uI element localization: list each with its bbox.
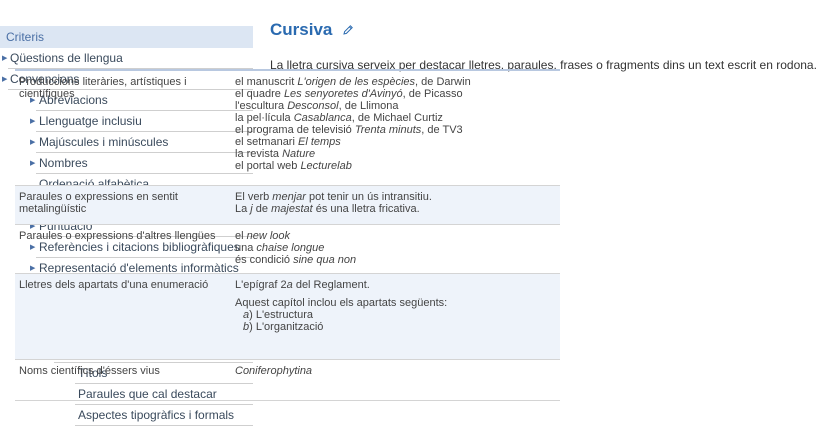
sidebar-header[interactable]: Criteris (0, 26, 253, 48)
row-category: Produccions literàries, artístiques i ci… (19, 76, 187, 100)
row-category: Paraules o expressions en sentit metalin… (19, 191, 178, 215)
text: ) L'estructura (249, 309, 313, 321)
example-line: el setmanari El temps (235, 136, 555, 148)
row-examples: El verb menjar pot tenir un ús intransit… (235, 191, 555, 215)
example-line: una chaise longue (235, 242, 555, 254)
text: , de TV3 (421, 124, 463, 136)
italic-text: El temps (297, 136, 341, 148)
example-line: L'epígraf 2a del Reglament. (235, 279, 555, 291)
text: de (252, 203, 272, 215)
italic-text: sine qua non (293, 254, 357, 266)
table-row: Paraules o expressions en sentit metalin… (15, 186, 560, 225)
example-line: el quadre Les senyoretes d'Avinyó, de Pi… (235, 88, 555, 100)
italic-text: Les senyoretes d'Avinyó (283, 88, 403, 100)
example-line: la pel·lícula Casablanca, de Michael Cur… (235, 112, 555, 124)
example-line: l'escultura Desconsol, de Llimona (235, 100, 555, 112)
italic-text: Casablanca (293, 112, 352, 124)
row-examples: Coniferophytina (235, 365, 555, 377)
text: el quadre (235, 88, 284, 100)
italic-text: L'origen de les espècies (297, 76, 416, 88)
example-line: la revista Nature (235, 148, 555, 160)
text: el portal web (235, 160, 301, 172)
row-category: Paraules o expressions d'altres llengües (19, 230, 216, 242)
table-row: Paraules o expressions d'altres llengües… (15, 225, 560, 274)
example-line: el new look (235, 230, 555, 242)
text: la pel·lícula (235, 112, 294, 124)
example-line: El verb menjar pot tenir un ús intransit… (235, 191, 555, 203)
main-content: Cursiva La lletra cursiva serveix per de… (270, 20, 830, 72)
example-line: a) L'estructura (235, 309, 555, 321)
pencil-icon[interactable] (342, 24, 354, 36)
text: , de Darwin (415, 76, 471, 88)
sidebar-item-label: Qüestions de llengua (10, 51, 123, 65)
text: el (235, 230, 247, 242)
row-category: Lletres dels apartats d'una enumeració (19, 279, 209, 291)
italic-text: menjar (272, 191, 306, 203)
text: és una lletra fricativa. (312, 203, 420, 215)
text: el programa de televisió (235, 124, 355, 136)
text: , de Llimona (338, 100, 399, 112)
title-row: Cursiva (270, 20, 830, 46)
text: L'epígraf 2 (235, 279, 287, 291)
text: ) L'organització (249, 321, 324, 333)
text: Aquest capítol inclou els apartats següe… (235, 297, 448, 309)
sidebar-item-label: Aspectes tipogràfics i formals (78, 408, 235, 422)
example-line: Coniferophytina (235, 365, 555, 377)
example-line: Aquest capítol inclou els apartats següe… (235, 297, 555, 309)
example-line: és condició sine qua non (235, 254, 555, 266)
examples-table: Produccions literàries, artístiques i ci… (15, 69, 560, 401)
text: La (235, 203, 251, 215)
italic-text: Trenta minuts (354, 124, 422, 136)
example-line: el programa de televisió Trenta minuts, … (235, 124, 555, 136)
text: El verb (235, 191, 273, 203)
row-examples: L'epígraf 2a del Reglament. Aquest capíto… (235, 279, 555, 333)
text: la revista (235, 148, 283, 160)
text: el setmanari (235, 136, 298, 148)
table-row: Produccions literàries, artístiques i ci… (15, 71, 560, 186)
italic-text: chaise longue (256, 242, 325, 254)
text: del Reglament. (292, 279, 370, 291)
text: l'escultura (235, 100, 288, 112)
example-line: el manuscrit L'origen de les espècies, d… (235, 76, 555, 88)
text: el manuscrit (235, 76, 298, 88)
italic-text: Coniferophytina (235, 365, 313, 377)
page-title: Cursiva (270, 20, 333, 39)
row-examples: el manuscrit L'origen de les espècies, d… (235, 76, 555, 172)
table-row: Noms científics d'éssers vius Coniferophy… (15, 360, 560, 401)
caret-right-icon: ▶ (2, 76, 8, 83)
text: , de Picasso (402, 88, 463, 100)
italic-text: Nature (282, 148, 316, 160)
sidebar-item[interactable]: ▶ Qüestions de llengua (0, 48, 253, 69)
example-line: b) L'organització (235, 321, 555, 333)
italic-text: majestat (271, 203, 313, 215)
text: , de Michael Curtiz (351, 112, 443, 124)
table-row: Lletres dels apartats d'una enumeració L'… (15, 274, 560, 360)
caret-right-icon: ▶ (2, 55, 8, 62)
italic-text: new look (246, 230, 291, 242)
italic-text: Lecturelab (300, 160, 352, 172)
example-line: el portal web Lecturelab (235, 160, 555, 172)
example-line: La j de majestat és una lletra fricativa… (235, 203, 555, 215)
page: Criteris ▶ Qüestions de llengua ▶ Convencio… (0, 0, 840, 426)
row-examples: el new look una chaise longue és condició … (235, 230, 555, 266)
row-category: Noms científics d'éssers vius (19, 365, 160, 377)
italic-text: Desconsol (287, 100, 339, 112)
text: és condició (235, 254, 294, 266)
sidebar-item[interactable]: Aspectes tipogràfics i formals (0, 405, 253, 426)
text: una (235, 242, 257, 254)
text: pot tenir un ús intransitiu. (305, 191, 432, 203)
